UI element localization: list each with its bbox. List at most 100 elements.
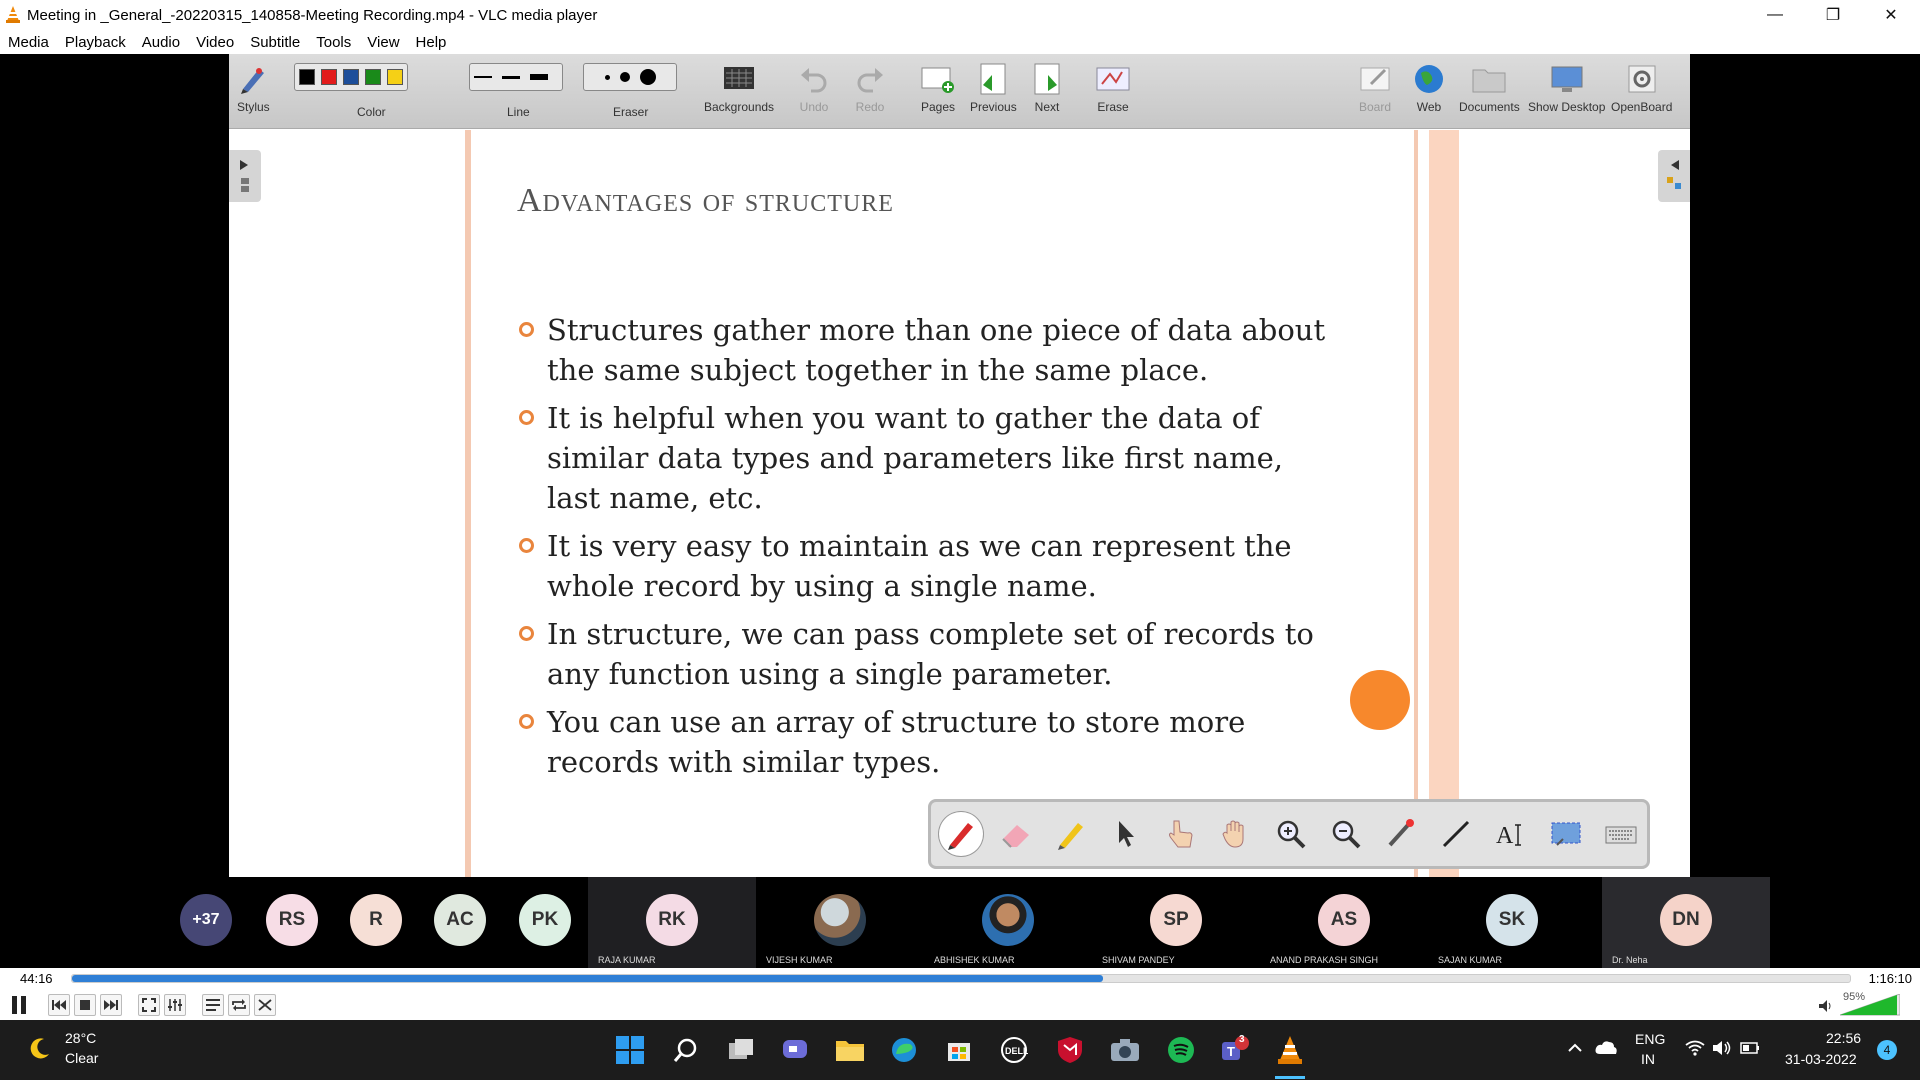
restore-button[interactable]: ❐	[1804, 0, 1862, 30]
highlighter-tool-button[interactable]	[1049, 812, 1093, 856]
search-button[interactable]	[670, 1034, 702, 1066]
store-button[interactable]	[943, 1034, 975, 1066]
start-button[interactable]	[614, 1034, 646, 1066]
color-red-swatch[interactable]	[321, 69, 337, 85]
spotify-icon	[1168, 1037, 1194, 1063]
openboard-menu-button[interactable]: OpenBoard	[1611, 58, 1672, 114]
text-tool-button[interactable]: A	[1489, 812, 1533, 856]
fullscreen-button[interactable]	[138, 994, 160, 1016]
erase-label: Erase	[1097, 100, 1129, 114]
weather-temperature[interactable]: 28°C	[65, 1030, 96, 1046]
color-yellow-swatch[interactable]	[387, 69, 403, 85]
line-thick-button[interactable]	[530, 74, 548, 80]
show-desktop-button[interactable]: Show Desktop	[1528, 58, 1605, 114]
chat-button[interactable]	[779, 1034, 811, 1066]
right-panel-toggle[interactable]	[1658, 150, 1690, 202]
menu-view[interactable]: View	[367, 34, 399, 51]
next-button[interactable]	[100, 994, 122, 1016]
stop-icon	[80, 1000, 90, 1010]
menu-help[interactable]: Help	[416, 34, 447, 51]
menu-audio[interactable]: Audio	[142, 34, 180, 51]
stylus-button[interactable]: Stylus	[237, 58, 270, 114]
interact-tool-button[interactable]	[1159, 812, 1203, 856]
slide-bullet-list: Structures gather more than one piece of…	[519, 310, 1339, 790]
battery-icon[interactable]	[1740, 1041, 1760, 1060]
slide-bullet: Structures gather more than one piece of…	[519, 310, 1339, 390]
extended-settings-button[interactable]	[164, 994, 186, 1016]
elapsed-time: 44:16	[20, 971, 53, 986]
minimize-button[interactable]: —	[1746, 0, 1804, 30]
line-thin-button[interactable]	[474, 76, 492, 78]
eraser-tool-button[interactable]	[994, 812, 1038, 856]
line-tool-button[interactable]	[1434, 812, 1478, 856]
menu-tools[interactable]: Tools	[316, 34, 351, 51]
pause-button[interactable]	[6, 994, 32, 1016]
documents-button[interactable]: Documents	[1459, 58, 1520, 114]
zoom-out-tool-button[interactable]	[1324, 812, 1368, 856]
keyboard-tool-button[interactable]	[1599, 812, 1643, 856]
file-explorer-button[interactable]	[834, 1034, 866, 1066]
erase-button[interactable]: Erase	[1096, 58, 1130, 114]
volume-icon[interactable]	[1712, 1040, 1732, 1061]
menu-playback[interactable]: Playback	[65, 34, 126, 51]
eraser-medium-button[interactable]	[619, 72, 630, 82]
weather-widget[interactable]	[26, 1036, 52, 1067]
pen-tool-button[interactable]	[939, 812, 983, 856]
menu-subtitle[interactable]: Subtitle	[250, 34, 300, 51]
dell-button[interactable]: DELL	[998, 1034, 1030, 1066]
playlist-button[interactable]	[202, 994, 224, 1016]
edge-button[interactable]	[888, 1034, 920, 1066]
previous-button[interactable]: Previous	[970, 58, 1017, 114]
stylus-label: Stylus	[237, 100, 270, 114]
seek-slider[interactable]	[71, 974, 1851, 983]
eraser-small-button[interactable]	[604, 74, 610, 80]
previous-button[interactable]	[48, 994, 70, 1016]
menu-media[interactable]: Media	[8, 34, 49, 51]
menu-video[interactable]: Video	[196, 34, 234, 51]
vlc-taskbar-button[interactable]	[1274, 1034, 1306, 1066]
clock-time[interactable]: 22:56	[1826, 1030, 1861, 1046]
board-canvas[interactable]: Advantages of structure Structures gathe…	[229, 130, 1690, 877]
hand-tool-button[interactable]	[1214, 812, 1258, 856]
weather-condition[interactable]: Clear	[65, 1050, 98, 1066]
bullet-marker-icon	[519, 714, 534, 729]
openboard-label: OpenBoard	[1611, 100, 1673, 114]
mcafee-button[interactable]	[1054, 1034, 1086, 1066]
selector-tool-button[interactable]	[1104, 812, 1148, 856]
speaker-icon[interactable]	[1818, 999, 1834, 1013]
pages-button[interactable]: Pages	[921, 58, 955, 114]
pointing-hand-icon	[1169, 820, 1193, 848]
undo-button[interactable]: Undo	[799, 58, 829, 114]
board-button[interactable]: Board	[1359, 58, 1391, 114]
camera-button[interactable]	[1109, 1034, 1141, 1066]
next-button[interactable]: Next	[1032, 58, 1062, 114]
web-button[interactable]: Web	[1413, 58, 1445, 114]
close-button[interactable]: ✕	[1862, 0, 1920, 30]
notification-badge[interactable]: 4	[1877, 1040, 1897, 1060]
color-blue-swatch[interactable]	[343, 69, 359, 85]
eraser-large-button[interactable]	[639, 69, 656, 85]
show-hidden-icons-button[interactable]	[1567, 1040, 1583, 1061]
color-black-swatch[interactable]	[299, 69, 315, 85]
loop-button[interactable]	[228, 994, 250, 1016]
backgrounds-button[interactable]: Backgrounds	[704, 58, 774, 114]
redo-button[interactable]: Redo	[855, 58, 885, 114]
left-panel-toggle[interactable]	[229, 150, 261, 202]
zoom-in-tool-button[interactable]	[1269, 812, 1313, 856]
onedrive-button[interactable]	[1594, 1038, 1618, 1061]
spotify-button[interactable]	[1165, 1034, 1197, 1066]
capture-tool-button[interactable]	[1544, 812, 1588, 856]
teams-button[interactable]: T 3	[1219, 1034, 1251, 1066]
more-participants-badge[interactable]: +37	[180, 894, 232, 946]
stop-button[interactable]	[74, 994, 96, 1016]
line-medium-button[interactable]	[502, 75, 520, 79]
wifi-icon[interactable]	[1685, 1040, 1705, 1061]
color-green-swatch[interactable]	[365, 69, 381, 85]
laser-pointer-tool-button[interactable]	[1379, 812, 1423, 856]
participant-name: SHIVAM PANDEY	[1102, 955, 1175, 965]
task-view-button[interactable]	[725, 1034, 757, 1066]
region-code[interactable]: IN	[1641, 1051, 1655, 1067]
clock-date[interactable]: 31-03-2022	[1785, 1051, 1857, 1067]
language-code[interactable]: ENG	[1635, 1031, 1665, 1047]
shuffle-button[interactable]	[254, 994, 276, 1016]
